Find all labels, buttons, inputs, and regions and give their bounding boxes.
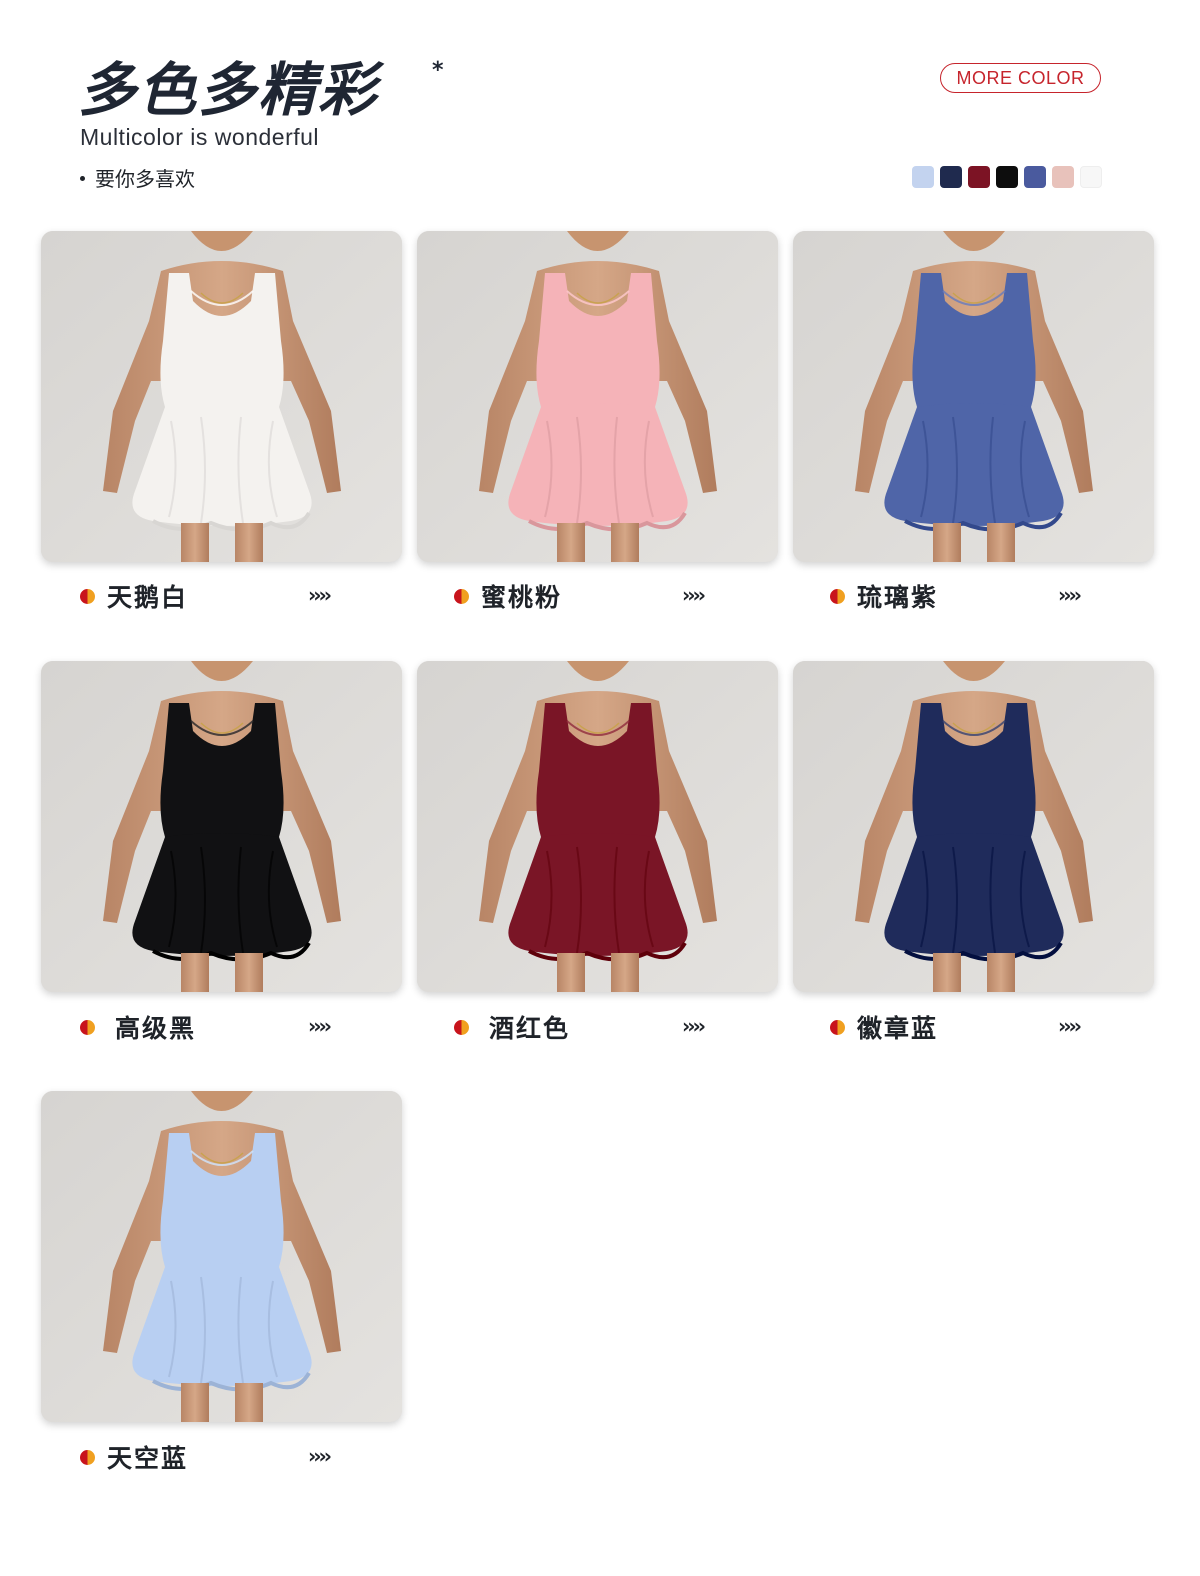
product-label[interactable]: 天空蓝 <box>80 1439 188 1475</box>
product-name: 蜜桃粉 <box>481 583 563 612</box>
product-photo <box>417 661 778 992</box>
product-card[interactable] <box>41 1091 402 1422</box>
chevron-right-icon[interactable]: ›››› <box>308 1014 332 1038</box>
product-label[interactable]: 琉璃紫 <box>830 578 938 614</box>
color-dot-icon <box>80 588 95 604</box>
color-swatches <box>912 166 1102 188</box>
color-dot-icon <box>80 1449 95 1465</box>
product-label[interactable]: 高级黑 <box>80 1009 196 1045</box>
color-swatch[interactable] <box>1052 166 1074 188</box>
chevron-right-icon[interactable]: ›››› <box>308 1444 332 1468</box>
product-photo <box>793 231 1154 562</box>
color-swatch[interactable] <box>912 166 934 188</box>
product-label[interactable]: 天鹅白 <box>80 578 188 614</box>
product-label[interactable]: 蜜桃粉 <box>454 578 562 614</box>
product-photo <box>41 661 402 992</box>
color-swatch[interactable] <box>1024 166 1046 188</box>
color-swatch[interactable] <box>1080 166 1102 188</box>
chevron-right-icon[interactable]: ›››› <box>682 583 706 607</box>
product-label[interactable]: 徽章蓝 <box>830 1009 938 1045</box>
product-name: 天鹅白 <box>107 583 189 612</box>
product-card[interactable] <box>41 661 402 992</box>
chevron-right-icon[interactable]: ›››› <box>1058 1014 1082 1038</box>
page-subtitle: Multicolor is wonderful <box>80 124 320 150</box>
product-card[interactable] <box>417 661 778 992</box>
product-name: 天空蓝 <box>107 1444 189 1473</box>
product-name: 琉璃紫 <box>857 583 939 612</box>
page-title: 多色多精彩 <box>78 56 379 124</box>
more-color-button[interactable]: MORE COLOR <box>940 63 1101 93</box>
chevron-right-icon[interactable]: ›››› <box>308 583 332 607</box>
color-dot-icon <box>454 1019 469 1035</box>
color-dot-icon <box>830 1019 845 1035</box>
product-card[interactable] <box>41 231 402 562</box>
chevron-right-icon[interactable]: ›››› <box>1058 583 1082 607</box>
product-photo <box>793 661 1154 992</box>
bullet-icon <box>80 176 85 181</box>
product-photo <box>41 231 402 562</box>
chevron-right-icon[interactable]: ›››› <box>682 1014 706 1038</box>
product-photo <box>41 1091 402 1422</box>
product-name: 高级黑 <box>115 1014 197 1043</box>
product-card[interactable] <box>417 231 778 562</box>
title-asterisk: * <box>432 58 444 83</box>
product-card[interactable] <box>793 661 1154 992</box>
color-dot-icon <box>830 588 845 604</box>
product-card[interactable] <box>793 231 1154 562</box>
color-swatch[interactable] <box>968 166 990 188</box>
color-dot-icon <box>454 588 469 604</box>
product-name: 徽章蓝 <box>857 1014 939 1043</box>
product-name: 酒红色 <box>489 1014 571 1043</box>
color-swatch[interactable] <box>940 166 962 188</box>
color-swatch[interactable] <box>996 166 1018 188</box>
color-dot-icon <box>80 1019 95 1035</box>
product-photo <box>417 231 778 562</box>
product-label[interactable]: 酒红色 <box>454 1009 570 1045</box>
slogan: 要你多喜欢 <box>80 163 195 192</box>
slogan-text: 要你多喜欢 <box>95 167 195 191</box>
